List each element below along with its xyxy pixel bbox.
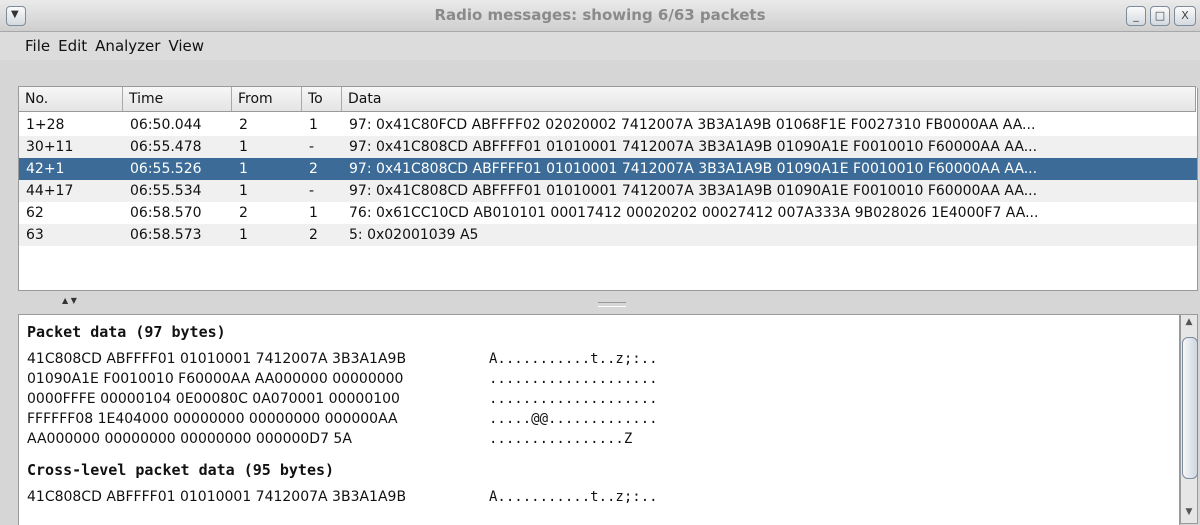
close-button[interactable]: X: [1174, 6, 1196, 26]
packet-data-title: Packet data (97 bytes): [27, 323, 226, 341]
table-row[interactable]: 1+28 06:50.044 2 1 97: 0x41C80FCD ABFFFF02 0…: [19, 114, 1197, 136]
cell-no: 1+28: [26, 117, 65, 133]
packet-table[interactable]: 1+28 06:50.044 2 1 97: 0x41C80FCD ABFFFF02 0…: [18, 88, 1198, 291]
hex-line: 41C808CD ABFFFF01 01010001 7412007A 3B3A…: [27, 351, 407, 367]
split-pane-divider[interactable]: ▲ ▼: [18, 294, 1196, 312]
ascii-line: A...........t..z;:..: [489, 351, 658, 367]
cell-no: 63: [26, 227, 44, 243]
menu-file[interactable]: File: [22, 32, 53, 60]
cell-from: 1: [239, 227, 248, 243]
packet-rows: 1+28 06:50.044 2 1 97: 0x41C80FCD ABFFFF02 0…: [19, 114, 1197, 246]
cell-no: 30+11: [26, 139, 74, 155]
table-row[interactable]: 44+17 06:55.534 1 - 97: 0x41C808CD ABFFFF01 …: [19, 180, 1197, 202]
ascii-line: A...........t..z;:..: [489, 489, 658, 505]
menu-edit[interactable]: Edit: [55, 32, 90, 60]
table-row[interactable]: 63 06:58.573 1 2 5: 0x02001039 A5: [19, 224, 1197, 246]
minimize-button[interactable]: _: [1126, 6, 1146, 26]
cell-time: 06:58.570: [130, 205, 202, 221]
ascii-line: ....................: [489, 371, 658, 387]
cell-time: 06:50.044: [130, 117, 202, 133]
cell-from: 1: [239, 161, 248, 177]
scroll-down-icon[interactable]: ▼: [1181, 507, 1197, 521]
cell-data: 5: 0x02001039 A5: [349, 227, 479, 243]
cell-to: 1: [309, 205, 318, 221]
column-header-to[interactable]: To: [302, 87, 342, 111]
column-header-from[interactable]: From: [232, 87, 302, 111]
cell-to: 1: [309, 117, 318, 133]
table-row[interactable]: 42+1 06:55.526 1 2 97: 0x41C808CD ABFFFF01 0…: [19, 158, 1197, 180]
cell-from: 1: [239, 183, 248, 199]
menu-view[interactable]: View: [165, 32, 207, 60]
column-header-time[interactable]: Time: [123, 87, 232, 111]
collapse-arrows-icon[interactable]: ▲ ▼: [62, 296, 77, 305]
cell-no: 44+17: [26, 183, 74, 199]
cell-time: 06:55.478: [130, 139, 202, 155]
column-header-data[interactable]: Data: [342, 87, 1195, 111]
ascii-line: .....@@.............: [489, 411, 658, 427]
hex-line: 41C808CD ABFFFF01 01010001 7412007A 3B3A…: [27, 489, 407, 505]
cross-level-title: Cross-level packet data (95 bytes): [27, 461, 335, 479]
cell-to: 2: [309, 161, 318, 177]
detail-scrollbar[interactable]: ▲ ▼: [1180, 314, 1198, 524]
title-bar: ▼ Radio messages: showing 6/63 packets _…: [0, 0, 1200, 32]
cell-data: 97: 0x41C808CD ABFFFF01 01010001 7412007…: [349, 161, 1038, 177]
column-header-no[interactable]: No.: [19, 87, 123, 111]
table-row[interactable]: 30+11 06:55.478 1 - 97: 0x41C808CD ABFFFF01 …: [19, 136, 1197, 158]
menu-bar: File Edit Analyzer View: [0, 32, 1200, 60]
hex-line: 0000FFFE 00000104 0E00080C 0A070001 0000…: [27, 391, 400, 407]
cell-to: 2: [309, 227, 318, 243]
table-row[interactable]: 62 06:58.570 2 1 76: 0x61CC10CD AB010101 000…: [19, 202, 1197, 224]
cell-time: 06:55.534: [130, 183, 202, 199]
packet-detail-pane: Packet data (97 bytes) 41C808CD ABFFFF01…: [18, 314, 1180, 525]
cell-data: 76: 0x61CC10CD AB010101 00017412 0002020…: [349, 205, 1039, 221]
window-title: Radio messages: showing 6/63 packets: [434, 6, 766, 24]
cell-from: 2: [239, 205, 248, 221]
cell-no: 42+1: [26, 161, 65, 177]
ascii-line: ....................: [489, 391, 658, 407]
cell-from: 1: [239, 139, 248, 155]
hex-line: 01090A1E F0010010 F60000AA AA000000 0000…: [27, 371, 404, 387]
table-header: No. Time From To Data: [18, 86, 1196, 112]
hex-line: FFFFFF08 1E404000 00000000 00000000 0000…: [27, 411, 398, 427]
hex-line: AA000000 00000000 00000000 000000D7 5A: [27, 431, 352, 447]
cell-time: 06:55.526: [130, 161, 202, 177]
menu-analyzer[interactable]: Analyzer: [92, 32, 163, 60]
cell-no: 62: [26, 205, 44, 221]
cell-to: -: [309, 183, 315, 199]
cell-data: 97: 0x41C80FCD ABFFFF02 02020002 7412007…: [349, 117, 1036, 133]
maximize-button[interactable]: □: [1150, 6, 1170, 26]
cell-from: 2: [239, 117, 248, 133]
ascii-line: ................Z: [489, 431, 633, 447]
cell-to: -: [309, 139, 315, 155]
cell-time: 06:58.573: [130, 227, 202, 243]
scroll-up-icon[interactable]: ▲: [1181, 317, 1197, 331]
cell-data: 97: 0x41C808CD ABFFFF01 01010001 7412007…: [349, 139, 1038, 155]
cell-data: 97: 0x41C808CD ABFFFF01 01010001 7412007…: [349, 183, 1038, 199]
splitter-grip-icon[interactable]: [598, 302, 626, 307]
scroll-thumb[interactable]: [1182, 337, 1198, 479]
